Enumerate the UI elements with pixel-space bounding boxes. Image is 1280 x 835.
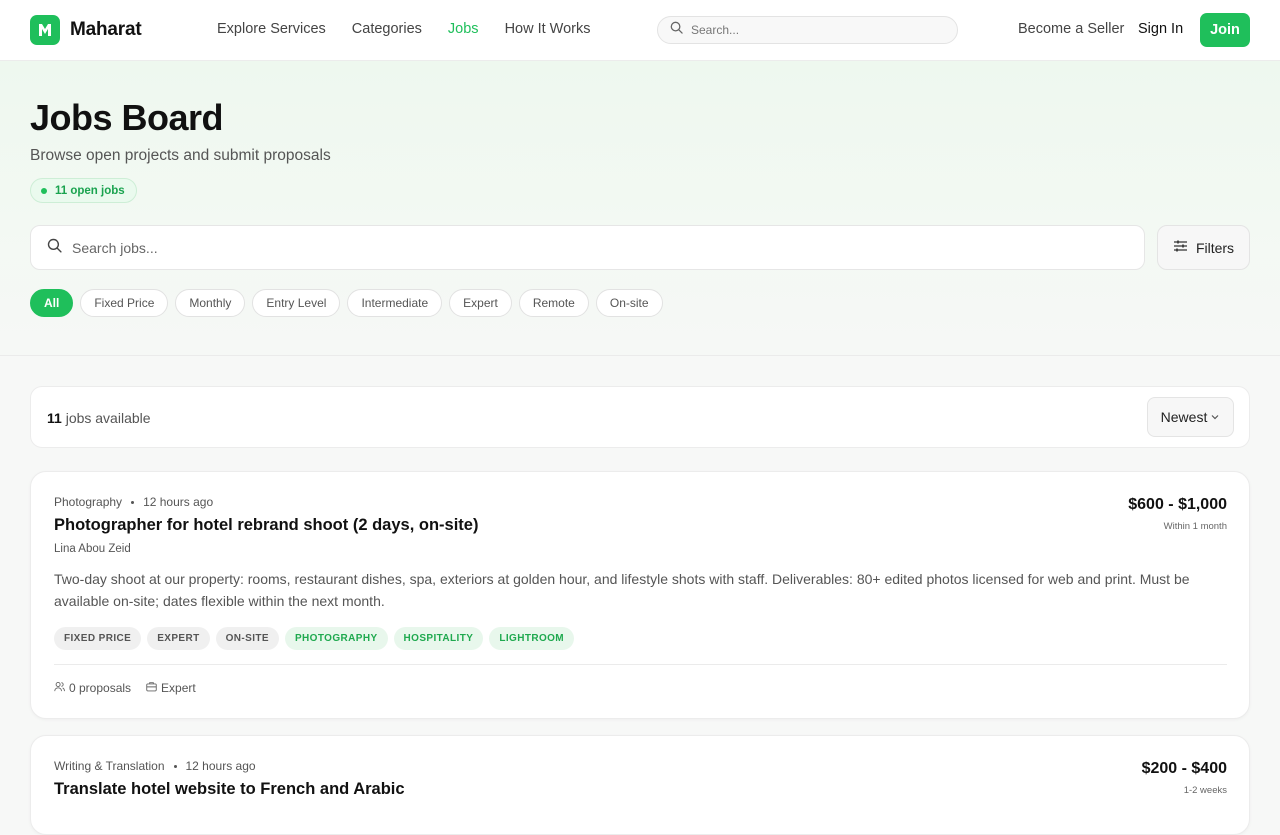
- global-search-input[interactable]: [691, 23, 931, 37]
- tag-badge: EXPERT: [147, 627, 210, 650]
- tag-badge: ON-SITE: [215, 627, 279, 650]
- nav-how-it-works[interactable]: How It Works: [505, 21, 591, 37]
- job-title[interactable]: Translate hotel website to French and Ar…: [54, 780, 405, 799]
- nav-categories[interactable]: Categories: [352, 21, 422, 37]
- job-meta: Writing & Translation 12 hours ago: [54, 759, 256, 773]
- job-card[interactable]: Photography 12 hours ago Photographer fo…: [30, 471, 1250, 719]
- sliders-icon: [1173, 239, 1196, 256]
- nav-jobs[interactable]: Jobs: [448, 21, 479, 37]
- top-navbar: Maharat Explore Services Categories Jobs…: [0, 0, 1280, 61]
- experience-level: Expert: [161, 681, 196, 695]
- page-subtitle: Browse open projects and submit proposal…: [30, 147, 331, 164]
- job-description: Two-day shoot at our property: rooms, re…: [54, 571, 1190, 609]
- proposals-stat: 0 proposals: [54, 681, 131, 695]
- search-icon: [47, 238, 62, 258]
- jobs-hero: Jobs Board Browse open projects and subm…: [0, 61, 1280, 356]
- job-stats: 0 proposals Expert: [54, 681, 211, 695]
- job-posted-time: 12 hours ago: [185, 759, 256, 773]
- chip-on-site[interactable]: On-site: [595, 289, 663, 317]
- job-client: Lina Abou Zeid: [54, 543, 131, 555]
- chip-intermediate[interactable]: Intermediate: [347, 289, 443, 317]
- level-stat: Expert: [146, 681, 196, 695]
- filters-label: Filters: [1195, 239, 1235, 256]
- results-bar: 11 jobs available Newest: [30, 386, 1250, 448]
- job-title[interactable]: Photographer for hotel rebrand shoot (2 …: [54, 516, 478, 535]
- proposals-count: 0 proposals: [69, 681, 132, 695]
- page-title: Jobs Board: [30, 97, 224, 138]
- results-suffix: jobs available: [65, 410, 151, 426]
- logo-mark-icon: [30, 15, 60, 45]
- filters-button[interactable]: Filters: [1157, 225, 1250, 270]
- job-card[interactable]: Writing & Translation 12 hours ago Trans…: [30, 735, 1250, 835]
- brand-name: Maharat: [70, 19, 142, 40]
- status-dot-icon: [41, 187, 47, 194]
- chip-remote[interactable]: Remote: [518, 289, 589, 317]
- jobs-search-input[interactable]: [72, 239, 1072, 256]
- main-nav: Explore Services Categories Jobs How It …: [217, 21, 617, 37]
- open-jobs-count: 11 open jobs: [55, 184, 125, 197]
- search-icon: [670, 21, 683, 39]
- filter-chips: All Fixed Price Monthly Entry Level Inte…: [30, 289, 670, 317]
- results-count: 11 jobs available: [47, 410, 151, 426]
- job-price: $200 - $400: [1141, 760, 1227, 777]
- sort-dropdown[interactable]: Newest: [1147, 397, 1234, 437]
- skill-badge: LIGHTROOM: [489, 627, 575, 650]
- open-jobs-badge: 11 open jobs: [30, 178, 137, 203]
- nav-explore-services[interactable]: Explore Services: [217, 21, 326, 37]
- job-timeline: 1-2 weeks: [1183, 785, 1227, 796]
- card-divider: [54, 664, 1227, 665]
- skill-badge: PHOTOGRAPHY: [284, 627, 388, 650]
- job-price: $600 - $1,000: [1128, 496, 1227, 513]
- brand-logo[interactable]: Maharat: [30, 15, 142, 45]
- chip-expert[interactable]: Expert: [449, 289, 512, 317]
- chip-fixed-price[interactable]: Fixed Price: [80, 289, 169, 317]
- job-category: Writing & Translation: [54, 759, 165, 773]
- chip-entry-level[interactable]: Entry Level: [252, 289, 341, 317]
- job-posted-time: 12 hours ago: [143, 495, 214, 509]
- sort-label: Newest: [1160, 409, 1208, 425]
- job-timeline: Within 1 month: [1163, 521, 1227, 532]
- skill-badge: HOSPITALITY: [393, 627, 484, 650]
- briefcase-icon: [146, 681, 161, 695]
- job-tags: FIXED PRICE EXPERT ON-SITE PHOTOGRAPHY H…: [54, 627, 580, 650]
- global-search: [657, 16, 958, 44]
- job-category: Photography: [54, 495, 123, 509]
- chevron-down-icon: [1207, 409, 1220, 425]
- tag-badge: FIXED PRICE: [54, 627, 142, 650]
- job-meta: Photography 12 hours ago: [54, 495, 213, 509]
- jobs-search-box: [30, 225, 1145, 270]
- sign-in-link[interactable]: Sign In: [1138, 21, 1183, 37]
- chip-all[interactable]: All: [30, 289, 74, 317]
- results-number: 11: [47, 410, 62, 426]
- users-icon: [54, 681, 69, 695]
- join-button[interactable]: Join: [1200, 13, 1250, 47]
- become-seller-link[interactable]: Become a Seller: [1018, 21, 1124, 37]
- chip-monthly[interactable]: Monthly: [175, 289, 246, 317]
